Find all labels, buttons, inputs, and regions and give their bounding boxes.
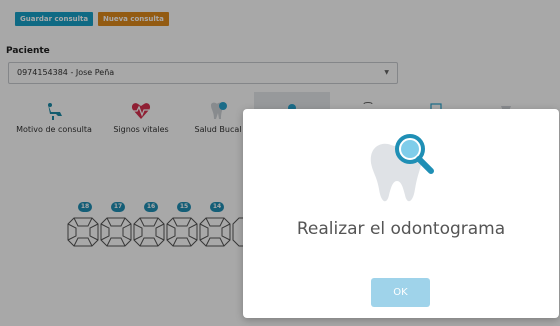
dialog-title: Realizar el odontograma	[296, 219, 506, 239]
odontogram-alert-dialog: Realizar el odontograma OK	[243, 109, 559, 318]
consultation-page: Guardar consulta Nueva consulta Paciente…	[0, 0, 560, 326]
tooth-search-icon	[370, 134, 434, 202]
ok-button[interactable]: OK	[371, 278, 430, 307]
